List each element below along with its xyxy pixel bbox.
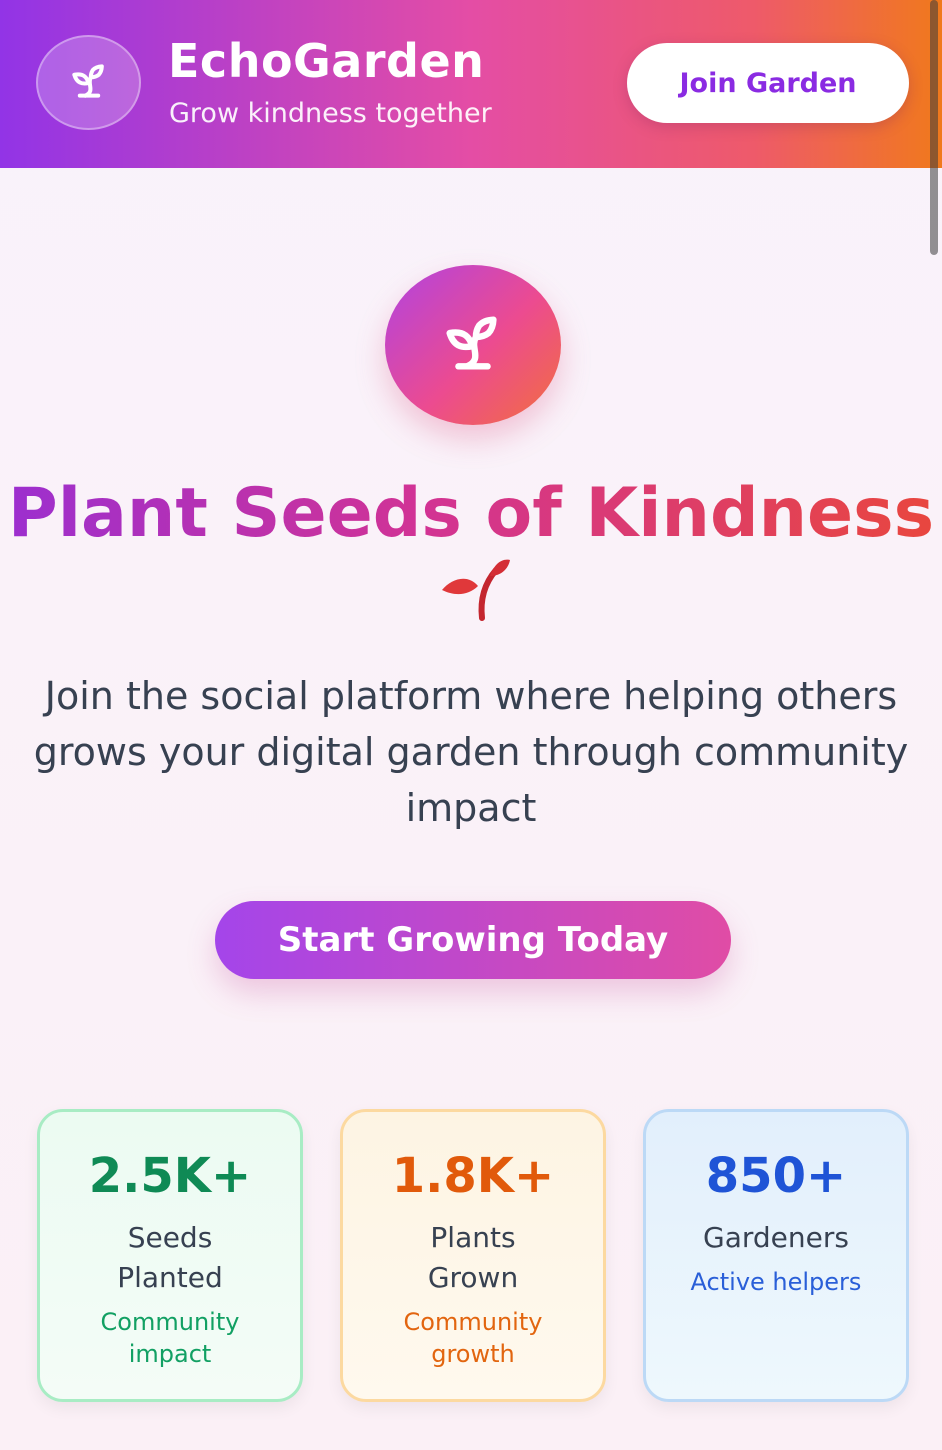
scrollbar[interactable] [930, 0, 938, 255]
hero-description: Join the social platform where helping o… [33, 674, 909, 830]
sprout-icon [67, 59, 111, 107]
logo-badge[interactable] [36, 35, 141, 130]
stat-value: 2.5K+ [88, 1148, 252, 1204]
stat-card-plants: 1.8K+ Plants Grown Community growth [340, 1109, 606, 1402]
stat-label: Gardeners [703, 1221, 849, 1254]
stat-value: 1.8K+ [391, 1148, 555, 1204]
stat-note: Active helpers [690, 1268, 862, 1296]
stat-card-gardeners: 850+ Gardeners Active helpers [643, 1109, 909, 1402]
sprout-icon [438, 308, 508, 382]
start-growing-button[interactable]: Start Growing Today [215, 901, 731, 979]
join-garden-button[interactable]: Join Garden [627, 43, 909, 123]
app-name: EchoGarden [168, 34, 485, 88]
hero-title-text: Plant Seeds of Kindness [7, 474, 935, 553]
stat-note: Community growth [403, 1308, 543, 1368]
stat-note: Community impact [100, 1308, 240, 1368]
hero-title: Plant Seeds of Kindness [0, 474, 942, 640]
seedling-emoji-icon [438, 556, 512, 640]
hero-badge [385, 265, 561, 425]
stat-card-seeds: 2.5K+ Seeds Planted Community impact [37, 1109, 303, 1402]
stat-label: Seeds Planted [117, 1221, 223, 1294]
stat-value: 850+ [705, 1148, 847, 1204]
app-tagline: Grow kindness together [169, 98, 492, 129]
stat-label: Plants Grown [427, 1221, 519, 1294]
app-header: EchoGarden Grow kindness together Join G… [0, 0, 942, 168]
